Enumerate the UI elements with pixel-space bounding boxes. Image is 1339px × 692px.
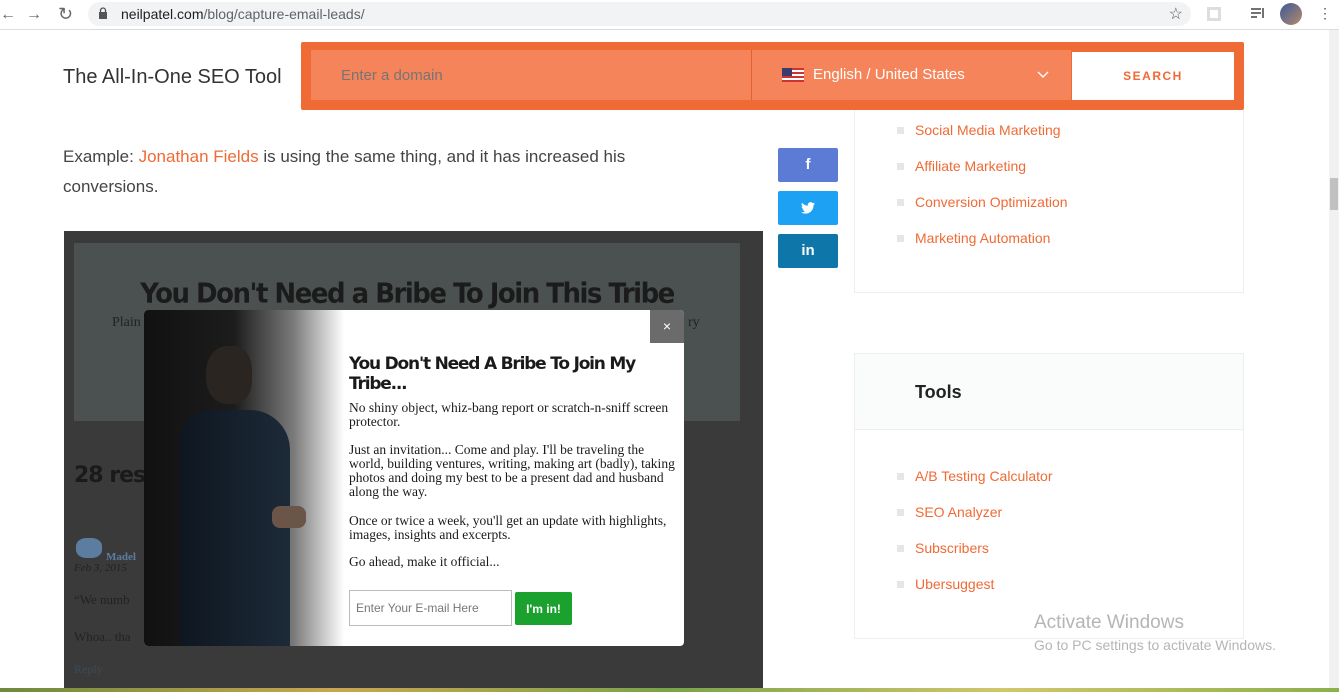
sidebar-tools-header: Tools — [855, 354, 1243, 430]
reading-list-icon[interactable] — [1250, 6, 1266, 22]
page-scrollbar[interactable] — [1329, 30, 1339, 692]
twitter-share-button[interactable] — [778, 191, 838, 225]
lock-icon — [99, 7, 107, 19]
reload-icon[interactable]: ↻ — [58, 4, 73, 25]
popup-paragraph-3: Once or twice a week, you'll get an upda… — [349, 513, 667, 542]
activate-windows-subtitle: Go to PC settings to activate Windows. — [1034, 637, 1276, 653]
linkedin-share-button[interactable]: in — [778, 234, 838, 268]
article-screenshot: You Don't Need a Bribe To Join This Trib… — [64, 231, 763, 692]
extension-icon[interactable] — [1206, 6, 1222, 22]
bullet — [897, 199, 904, 206]
person-arm — [272, 506, 306, 528]
browser-toolbar: ← → ↻ neilpatel.com/blog/capture-email-l… — [0, 0, 1339, 30]
optin-popup: × You Don't Need A Bribe To Join My Trib… — [144, 310, 684, 646]
bullet — [897, 163, 904, 170]
bullet — [897, 473, 904, 480]
popup-paragraph-2: Just an invitation... Come and play. I'l… — [349, 442, 675, 499]
popup-close-button[interactable]: × — [650, 310, 684, 343]
bullet — [897, 127, 904, 134]
figure-banner-title: You Don't Need a Bribe To Join This Trib… — [140, 278, 675, 310]
sidebar-item-label: Conversion Optimization — [915, 194, 1068, 210]
facebook-share-button[interactable]: f — [778, 148, 838, 182]
brand-tagline: The All-In-One SEO Tool — [63, 66, 282, 88]
popup-photo — [144, 310, 344, 646]
popup-email-input[interactable] — [349, 590, 512, 626]
back-icon[interactable]: ← — [0, 6, 16, 24]
person-silhouette — [180, 410, 290, 646]
site-header: The All-In-One SEO Tool English / United… — [0, 30, 1339, 120]
url-text: neilpatel.com/blog/capture-email-leads/ — [121, 6, 365, 22]
bullet — [897, 545, 904, 552]
twitter-icon — [801, 202, 815, 214]
popup-submit-button[interactable]: I'm in! — [515, 592, 572, 625]
sidebar-item-label: Social Media Marketing — [915, 122, 1061, 138]
bullet — [897, 581, 904, 588]
popup-title: You Don't Need A Bribe To Join My Tribe.… — [349, 354, 636, 394]
figure-banner-text-right: ry — [688, 315, 700, 330]
bullet — [897, 509, 904, 516]
jonathan-fields-link[interactable]: Jonathan Fields — [139, 147, 259, 166]
person-head — [206, 346, 252, 404]
sidebar-categories: Social Media Marketing Affiliate Marketi… — [854, 110, 1244, 293]
figure-banner-text-left: Plain — [112, 315, 141, 330]
forward-icon[interactable]: → — [26, 6, 42, 24]
chevron-down-icon — [1037, 71, 1049, 78]
article-paragraph: Example: Jonathan Fields is using the sa… — [63, 142, 703, 202]
sidebar-tools-title: Tools — [915, 382, 962, 402]
sidebar-item-label: A/B Testing Calculator — [915, 468, 1053, 484]
linkedin-icon: in — [801, 242, 815, 259]
popup-paragraph-4: Go ahead, make it official... — [349, 554, 500, 569]
menu-kebab-icon[interactable]: ⋮ — [1318, 5, 1332, 22]
sidebar-item-label: Ubersuggest — [915, 576, 995, 592]
sidebar-item-label: Affiliate Marketing — [915, 158, 1027, 174]
figure-reply-link: Reply — [74, 662, 103, 676]
figure-comment-date: Feb 3, 2015 — [74, 562, 127, 574]
sidebar-tools: Tools A/B Testing Calculator SEO Analyze… — [854, 353, 1244, 639]
bookmark-star-icon[interactable]: ☆ — [1169, 4, 1183, 24]
scrollbar-thumb[interactable] — [1330, 178, 1338, 210]
language-label: English / United States — [813, 66, 965, 83]
domain-input[interactable] — [311, 50, 751, 100]
article-text: Example: — [63, 147, 139, 166]
sidebar-item-label: Marketing Automation — [915, 230, 1051, 246]
figure-commenter-avatar — [76, 538, 102, 558]
bullet — [897, 235, 904, 242]
sidebar-item-label: Subscribers — [915, 540, 989, 556]
seo-search-bar: English / United States SEARCH — [301, 42, 1244, 110]
sidebar-item-label: SEO Analyzer — [915, 504, 1003, 520]
profile-avatar[interactable] — [1280, 3, 1302, 25]
activate-windows-title: Activate Windows — [1034, 612, 1184, 633]
us-flag-icon — [782, 68, 804, 82]
popup-paragraph-1: No shiny object, whiz-bang report or scr… — [349, 400, 669, 429]
language-select[interactable]: English / United States — [751, 50, 1071, 100]
taskbar-edge — [0, 688, 1339, 692]
figure-comment-text: Whoa.. tha — [74, 629, 131, 644]
facebook-icon: f — [805, 156, 811, 173]
search-button[interactable]: SEARCH — [1072, 52, 1234, 100]
address-bar[interactable]: neilpatel.com/blog/capture-email-leads/ … — [88, 2, 1191, 26]
figure-comment-quote: “We numb — [74, 592, 130, 607]
